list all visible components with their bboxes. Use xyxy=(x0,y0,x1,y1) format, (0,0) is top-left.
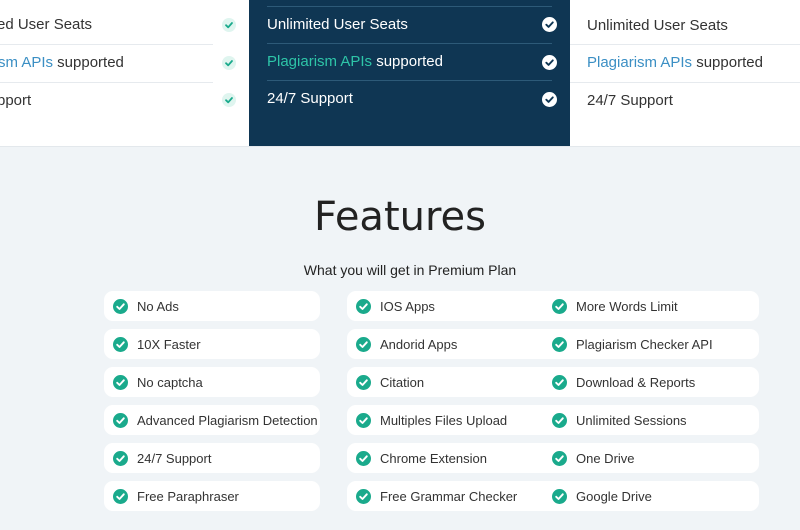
pricing-feature: Plagiarism APIs supported xyxy=(587,54,763,71)
feature-label: Multiples Files Upload xyxy=(380,412,508,428)
pricing-feature: pport xyxy=(0,92,32,109)
pricing-feature: Plagiarism APIs supported xyxy=(267,53,443,70)
check-icon xyxy=(222,93,236,107)
pricing-feature: Unlimited User Seats xyxy=(267,16,408,33)
check-circle-icon xyxy=(552,488,567,504)
feature-item: Multiples Files Upload xyxy=(347,405,563,435)
feature-item: Google Drive xyxy=(543,481,759,511)
feature-item: Free Grammar Checker xyxy=(347,481,563,511)
check-circle-icon xyxy=(356,412,371,428)
check-circle-icon xyxy=(552,374,567,390)
feature-item: 10X Faster xyxy=(104,329,320,359)
feature-label: 10X Faster xyxy=(137,336,201,352)
feature-label: Free Paraphraser xyxy=(137,488,239,504)
check-circle-icon xyxy=(552,336,567,352)
check-circle-icon xyxy=(113,298,128,314)
feature-item: Citation xyxy=(347,367,563,397)
check-circle-icon xyxy=(113,374,128,390)
feature-label: Andorid Apps xyxy=(380,336,458,352)
divider xyxy=(267,80,552,81)
check-circle-icon xyxy=(356,298,371,314)
pricing-feature: Unlimited User Seats xyxy=(587,17,728,34)
check-icon xyxy=(222,56,236,70)
check-circle-icon xyxy=(113,488,128,504)
divider xyxy=(570,82,800,83)
check-circle-icon xyxy=(552,298,567,314)
pricing-feature: 24/7 Support xyxy=(267,90,353,107)
divider xyxy=(0,82,213,83)
feature-label: Google Drive xyxy=(576,488,652,504)
features-title: Features xyxy=(314,194,486,240)
divider xyxy=(0,44,213,45)
feature-label: Free Grammar Checker xyxy=(380,488,518,504)
check-circle-icon xyxy=(542,92,557,107)
feature-label: Plagiarism Checker API xyxy=(576,336,713,352)
check-circle-icon xyxy=(552,450,567,466)
pricing-column-right: Unlimited User Seats Plagiarism APIs sup… xyxy=(570,0,800,146)
feature-item: Unlimited Sessions xyxy=(543,405,759,435)
pricing-feature: ed User Seats xyxy=(0,16,93,33)
pricing-table: ed User Seats sm APIs supported pport Un… xyxy=(0,0,800,147)
check-circle-icon xyxy=(552,412,567,428)
pricing-feature: sm APIs supported xyxy=(0,54,124,71)
pricing-feature: 24/7 Support xyxy=(587,92,673,109)
feature-item: Plagiarism Checker API xyxy=(543,329,759,359)
divider xyxy=(267,43,552,44)
divider xyxy=(267,6,552,7)
features-subtitle: What you will get in Premium Plan xyxy=(303,262,517,278)
feature-label: IOS Apps xyxy=(380,298,435,314)
divider xyxy=(570,44,800,45)
feature-label: More Words Limit xyxy=(576,298,678,314)
feature-label: No Ads xyxy=(137,298,179,314)
feature-label: Download & Reports xyxy=(576,374,696,390)
feature-item: Download & Reports xyxy=(543,367,759,397)
feature-item: Chrome Extension xyxy=(347,443,563,473)
feature-item: Free Paraphraser xyxy=(104,481,320,511)
feature-label: No captcha xyxy=(137,374,203,390)
feature-item: Andorid Apps xyxy=(347,329,563,359)
check-circle-icon xyxy=(542,55,557,70)
pricing-column-left: ed User Seats sm APIs supported pport xyxy=(0,0,249,146)
pricing-column-featured: Unlimited User Seats Plagiarism APIs sup… xyxy=(249,0,570,146)
feature-label: Advanced Plagiarism Detection xyxy=(137,412,318,428)
check-circle-icon xyxy=(113,450,128,466)
feature-label: Chrome Extension xyxy=(380,450,487,466)
check-circle-icon xyxy=(356,488,371,504)
feature-item: More Words Limit xyxy=(543,291,759,321)
check-circle-icon xyxy=(356,450,371,466)
check-circle-icon xyxy=(113,336,128,352)
check-circle-icon xyxy=(113,412,128,428)
feature-item: One Drive xyxy=(543,443,759,473)
check-circle-icon xyxy=(356,336,371,352)
feature-item: 24/7 Support xyxy=(104,443,320,473)
feature-label: Unlimited Sessions xyxy=(576,412,687,428)
feature-item: No captcha xyxy=(104,367,320,397)
check-icon xyxy=(222,18,236,32)
check-circle-icon xyxy=(356,374,371,390)
feature-label: 24/7 Support xyxy=(137,450,212,466)
feature-label: Citation xyxy=(380,374,425,390)
feature-item: Advanced Plagiarism Detection xyxy=(104,405,320,435)
feature-item: IOS Apps xyxy=(347,291,563,321)
feature-item: No Ads xyxy=(104,291,320,321)
feature-label: One Drive xyxy=(576,450,635,466)
check-circle-icon xyxy=(542,17,557,32)
